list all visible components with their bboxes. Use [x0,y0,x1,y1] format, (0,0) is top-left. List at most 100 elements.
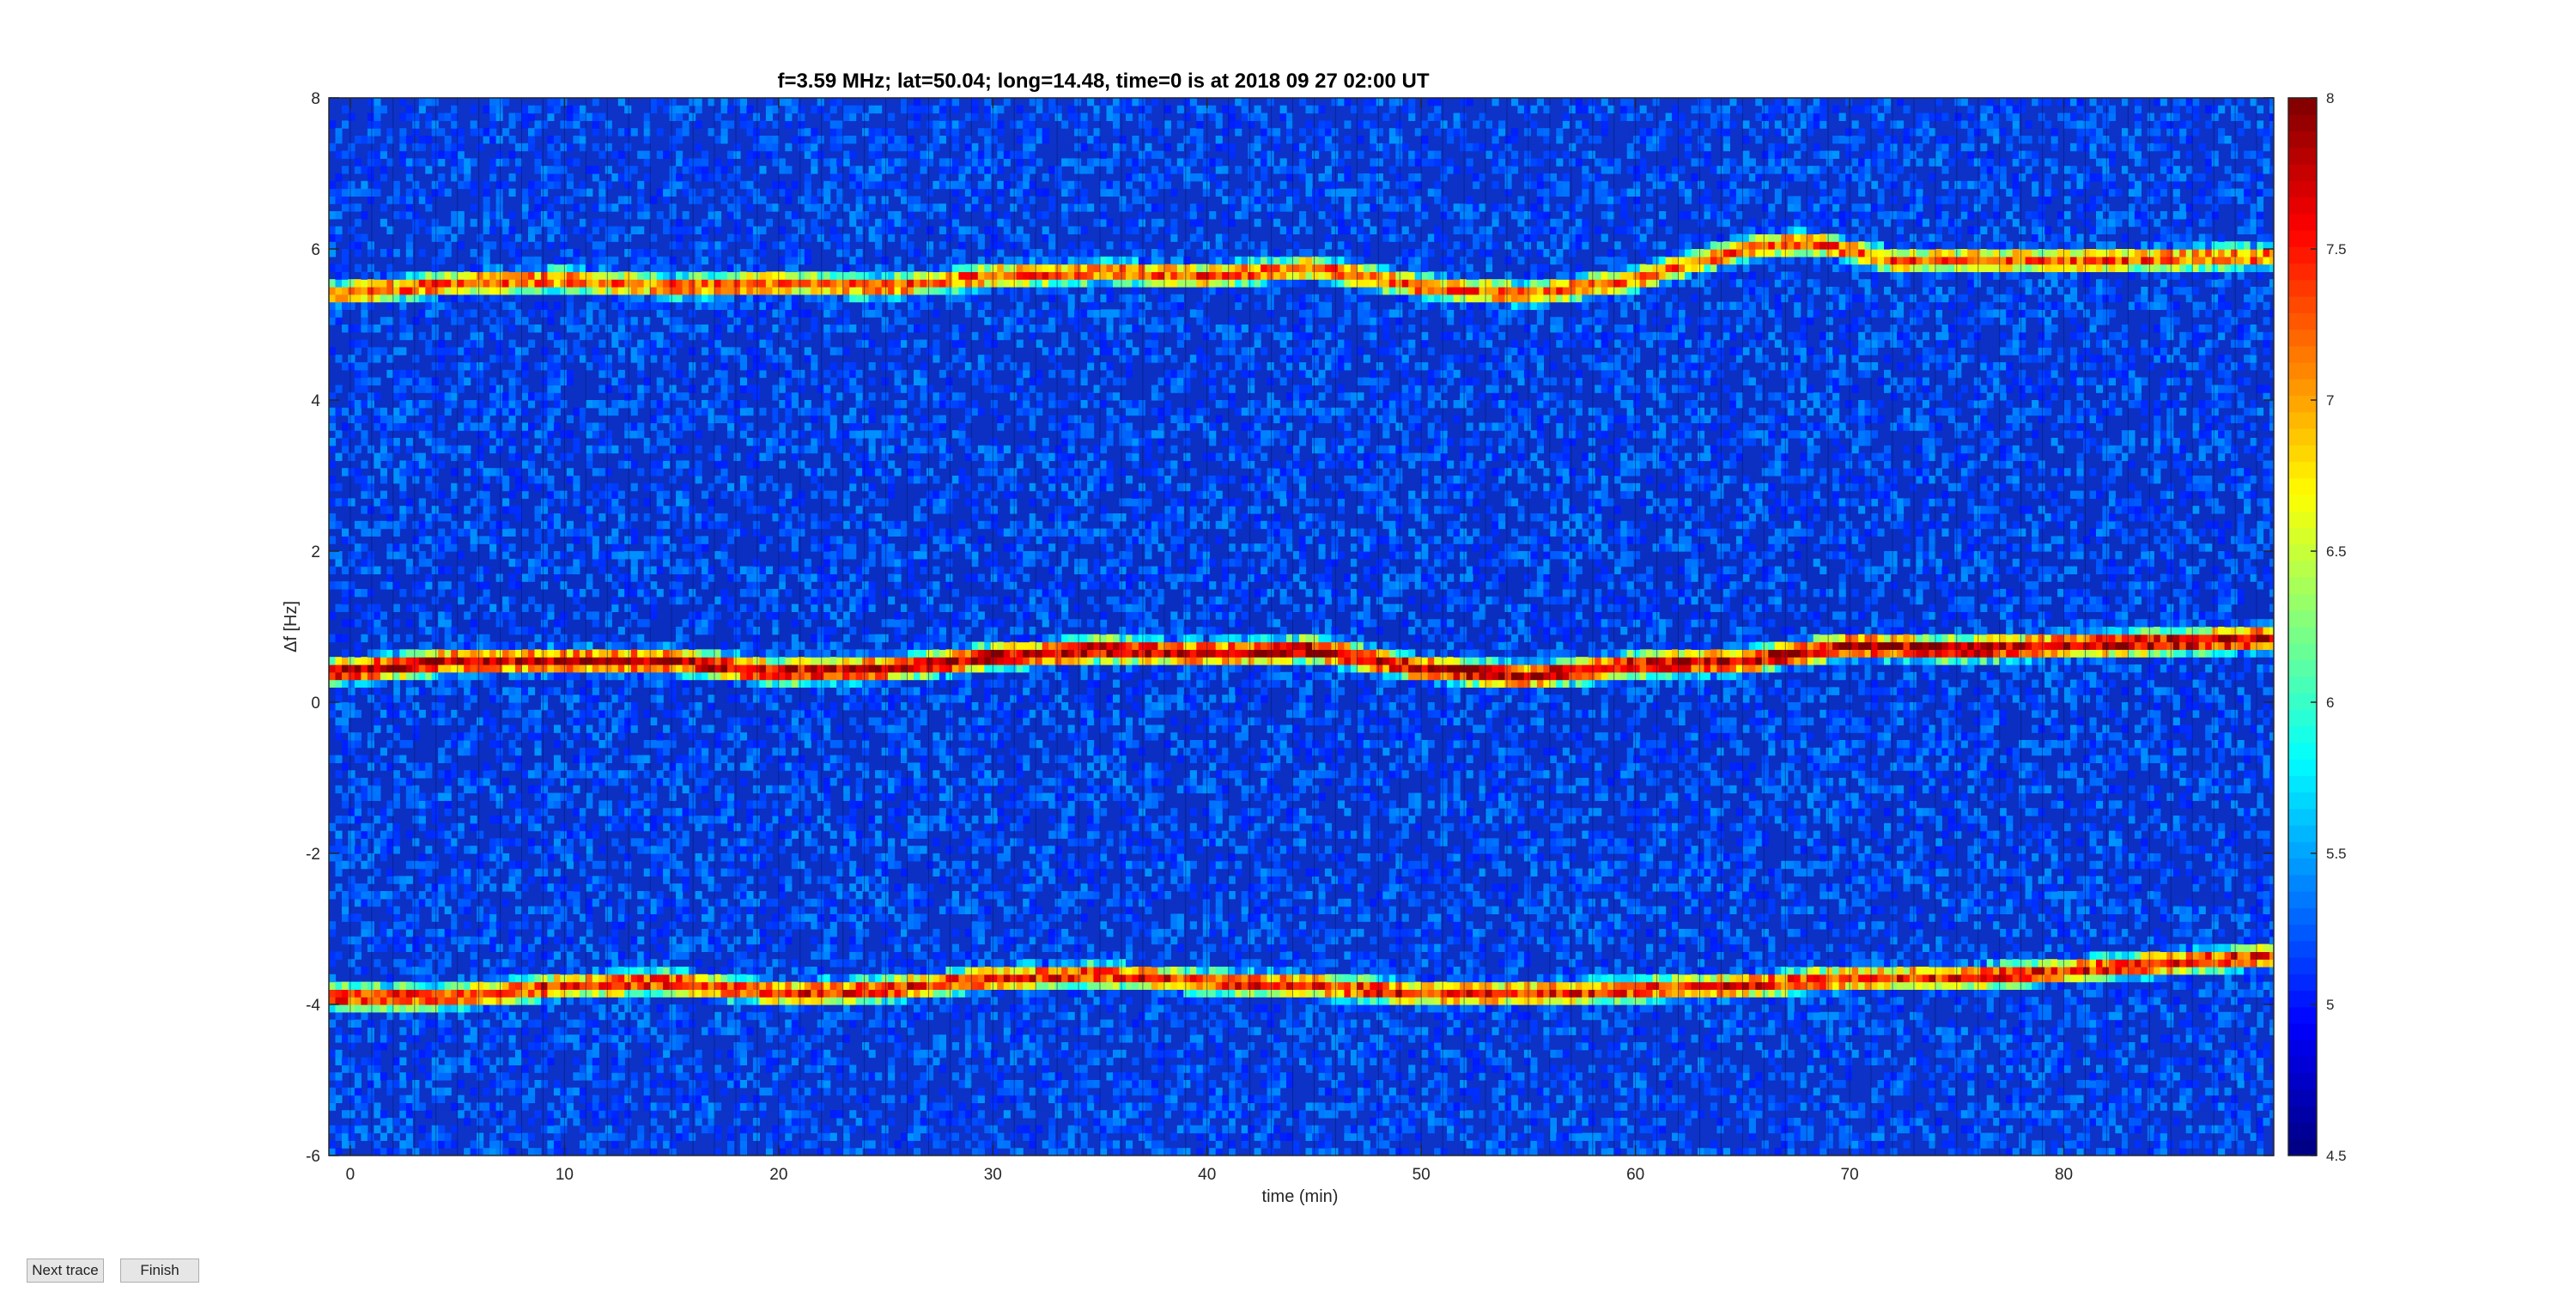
heatmap-cell [553,98,561,106]
heatmap-cell [733,883,741,892]
heatmap-cell [579,830,586,839]
heatmap-cell [669,770,677,779]
heatmap-cell [676,816,683,824]
heatmap-cell [573,445,580,454]
heatmap-cell [386,981,394,990]
heatmap-cell [477,906,484,914]
heatmap-cell [348,143,355,152]
heatmap-cell [592,271,599,280]
heatmap-cell [669,385,677,393]
heatmap-cell [689,611,696,620]
heatmap-cell [329,566,337,574]
heatmap-cell [464,400,471,409]
heatmap-cell [611,943,619,952]
heatmap-cell [367,528,374,537]
heatmap-cell [579,989,586,998]
heatmap-cell [335,1148,343,1156]
heatmap-cell [508,860,516,870]
heatmap-cell [663,256,671,265]
heatmap-cell [733,611,741,620]
heatmap-cell [669,1080,677,1089]
heatmap-cell [553,385,561,393]
heatmap-cell [739,981,747,990]
heatmap-cell [405,331,413,341]
heatmap-cell [611,173,619,182]
heatmap-cell [598,1034,606,1043]
heatmap-cell [392,377,400,385]
heatmap-cell [573,770,580,779]
heatmap-cell [617,377,625,385]
heatmap-cell [553,671,561,681]
heatmap-cell [534,732,542,741]
heatmap-cell [431,188,439,197]
heatmap-cell [560,249,568,258]
heatmap-cell [708,566,715,574]
heatmap-cell [643,385,651,393]
heatmap-cell [676,1034,683,1043]
heatmap-cell [637,755,645,763]
heatmap-cell [617,325,625,333]
heatmap-cell [361,317,368,325]
heatmap-cell [586,309,593,318]
heatmap-cell [586,1148,593,1156]
heatmap-cell [547,407,555,416]
heatmap-cell [354,566,361,574]
heatmap-cell [508,400,516,409]
heatmap-cell [746,128,754,136]
heatmap-cell [335,226,343,234]
heatmap-cell [617,385,625,393]
heatmap-cell [405,158,413,167]
heatmap-cell [444,1019,452,1028]
heatmap-cell [457,136,465,144]
heatmap-cell [611,989,619,998]
heatmap-cell [605,1011,612,1021]
heatmap-cell [746,989,754,998]
heatmap-cell [759,1011,767,1021]
heatmap-cell [495,967,503,975]
heatmap-cell [586,755,593,763]
heatmap-cell [624,128,632,136]
heatmap-cell [528,566,536,574]
heatmap-cell [431,150,439,159]
heatmap-cell [617,732,625,741]
heatmap-cell [425,196,433,204]
heatmap-cell [354,98,361,99]
heatmap-cell [354,891,361,900]
heatmap-cell [508,325,516,333]
heatmap-cell [348,860,355,870]
heatmap-cell [553,279,561,288]
heatmap-cell [739,589,747,597]
heatmap-cell [489,989,497,998]
heatmap-cell [739,287,747,295]
heatmap-cell [573,256,580,265]
heatmap-cell [586,883,593,892]
heatmap-cell [560,822,568,832]
heatmap-cell [733,997,741,1005]
heatmap-cell [624,294,632,303]
heatmap-cell [477,143,484,152]
heatmap-cell [367,264,374,272]
heatmap-cell [380,709,387,719]
heatmap-cell [399,778,407,786]
heatmap-cell [464,415,471,423]
heatmap-cell [624,725,632,733]
heatmap-cell [573,611,580,620]
heatmap-cell [329,482,337,492]
heatmap-cell [547,112,555,121]
heatmap-cell [528,211,536,220]
heatmap-cell [643,498,651,506]
heatmap-cell [392,906,400,914]
heatmap-cell [759,740,767,749]
heatmap-cell [380,150,387,159]
heatmap-cell [412,762,420,771]
heatmap-cell [374,989,381,998]
heatmap-cell [727,264,735,272]
heatmap-cell [438,657,446,665]
heatmap-cell [611,921,619,930]
heatmap-cell [483,997,490,1005]
heatmap-cell [592,422,599,431]
heatmap-cell [739,1027,747,1035]
heatmap-cell [399,347,407,355]
heatmap-cell [611,951,619,960]
heatmap-cell [329,1125,337,1134]
